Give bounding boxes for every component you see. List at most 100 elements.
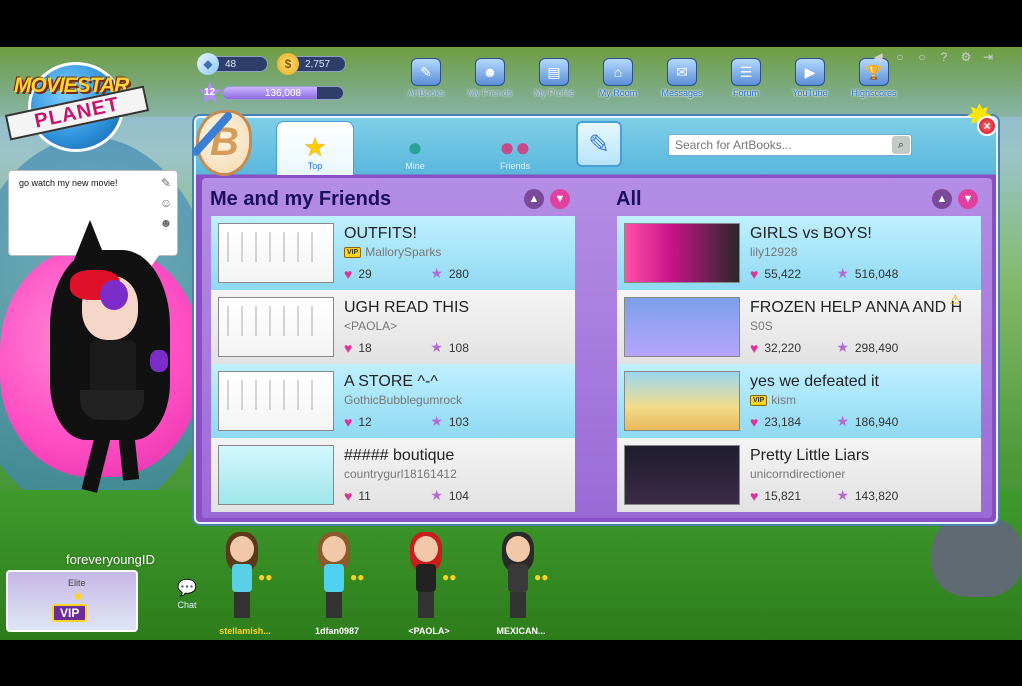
artbook-thumbnail[interactable]	[218, 445, 334, 505]
scroll-down-button[interactable]: ▼	[550, 189, 570, 209]
nav-item-messages[interactable]: ✉ Messages	[654, 58, 710, 98]
scroll-up-button[interactable]: ▲	[932, 189, 952, 209]
artbook-row[interactable]: ##### boutique countrygurl18161412 ♥ 11 ★ 104	[211, 438, 575, 512]
nearby-player-avatar[interactable]: ●● stellamish...	[210, 528, 302, 640]
artbook-title: UGH READ THIS	[344, 299, 470, 316]
nearby-players: ●● stellamish... ●● 1dfan0987 ●● <PAOLA> ●● MEX…	[210, 528, 578, 640]
author-name[interactable]: kism	[771, 393, 796, 407]
artbook-thumbnail[interactable]	[624, 223, 740, 283]
star-icon[interactable]: ★	[430, 413, 443, 430]
nav-item-artbooks[interactable]: ✎ ArtBooks	[398, 58, 454, 98]
tab-top[interactable]: ★ Top	[276, 121, 354, 175]
star-icon[interactable]: ★	[836, 413, 849, 430]
coin-icon: $	[277, 53, 299, 75]
author-name[interactable]: countrygurl18161412	[344, 467, 457, 481]
star-icon[interactable]: ★	[430, 265, 443, 282]
close-button[interactable]: ×	[977, 116, 997, 136]
artbook-thumbnail[interactable]	[218, 223, 334, 283]
artbook-row[interactable]: Pretty Little Liars unicorndirectioner ♥ 15…	[617, 438, 981, 512]
likes-count: 23,184	[764, 414, 802, 429]
heart-icon[interactable]: ♥	[344, 266, 352, 282]
scroll-down-button[interactable]: ▼	[958, 189, 978, 209]
player-name: <PAOLA>	[408, 626, 450, 636]
tab-mine[interactable]: ● Mine	[376, 121, 454, 175]
likes-count: 29	[358, 266, 372, 281]
artbook-row[interactable]: UGH READ THIS <PAOLA> ♥ 18 ★ 108	[211, 290, 575, 364]
author-name[interactable]: <PAOLA>	[344, 319, 397, 333]
sound-icon[interactable]: ◀	[870, 50, 886, 64]
author-name[interactable]: unicorndirectioner	[750, 467, 845, 481]
heart-icon[interactable]: ♥	[750, 266, 758, 282]
help-icon[interactable]: ?	[936, 50, 952, 64]
speech-icon[interactable]: ●●	[442, 570, 457, 584]
starcoins-counter[interactable]: $ 2,757	[277, 53, 346, 75]
nav-item-my-profile[interactable]: ▤ My Profile	[526, 58, 582, 98]
artbook-row[interactable]: yes we defeated it VIP kism ♥ 23,184 ★ 186,940	[617, 364, 981, 438]
player-name: 1dfan0987	[314, 626, 360, 636]
nearby-player-avatar[interactable]: ●● MEXICAN...	[486, 528, 578, 640]
fame-value: 136,008	[264, 87, 302, 99]
avatar-head	[230, 536, 254, 562]
artbooks-tabs: ★ Top ● Mine ●● Friends ✎	[276, 121, 622, 175]
heart-icon[interactable]: ♥	[750, 488, 758, 504]
speech-icon[interactable]: ●●	[258, 570, 273, 584]
heart-icon[interactable]: ♥	[344, 488, 352, 504]
nearby-player-avatar[interactable]: ●● <PAOLA>	[394, 528, 486, 640]
diamonds-counter[interactable]: ◆ 48	[197, 53, 268, 75]
author-name[interactable]: MallorySparks	[365, 245, 441, 259]
artbook-author: VIP MallorySparks	[344, 245, 441, 259]
artbook-thumbnail[interactable]	[218, 371, 334, 431]
scroll-up-button[interactable]: ▲	[524, 189, 544, 209]
artbook-row[interactable]: OUTFITS! VIP MallorySparks ♥ 29 ★ 280	[211, 216, 575, 290]
avatar-body	[232, 564, 252, 592]
speech-icon[interactable]: ●●	[534, 570, 549, 584]
artbook-thumbnail[interactable]	[624, 297, 740, 357]
heart-icon[interactable]: ♥	[750, 414, 758, 430]
search-icon[interactable]: ⌕	[892, 136, 910, 154]
artbook-author: VIP kism	[750, 393, 796, 407]
artbook-thumbnail[interactable]	[624, 445, 740, 505]
logout-icon[interactable]: ⇥	[980, 50, 996, 64]
player-avatar[interactable]	[40, 210, 180, 500]
artbook-row[interactable]: FROZEN HELP ANNA AND H ⚠ S0S ♥ 32,220 ★ 298,49…	[617, 290, 981, 364]
star-icon[interactable]: ★	[430, 487, 443, 504]
create-artbook-button[interactable]: ✎	[576, 121, 622, 167]
author-name[interactable]: S0S	[750, 319, 773, 333]
zoom-icon[interactable]: ○	[914, 50, 930, 64]
tab-friends[interactable]: ●● Friends	[476, 121, 554, 175]
nav-item-forum[interactable]: ☰ Forum	[718, 58, 774, 98]
heart-icon[interactable]: ♥	[344, 414, 352, 430]
star-icon[interactable]: ★	[430, 339, 443, 356]
artbooks-search-input[interactable]	[668, 134, 912, 156]
nav-label: Forum	[732, 88, 759, 98]
nav-item-my-room[interactable]: ⌂ My Room	[590, 58, 646, 98]
heart-icon[interactable]: ♥	[344, 340, 352, 356]
star-icon[interactable]: ★	[836, 265, 849, 282]
heart-icon[interactable]: ♥	[750, 340, 758, 356]
author-name[interactable]: lily12928	[750, 245, 797, 259]
settings-gear-icon[interactable]: ⚙	[958, 50, 974, 64]
artbook-row[interactable]: A STORE ^-^ GothicBubblegumrock ♥ 12 ★ 103	[211, 364, 575, 438]
nav-item-highscores[interactable]: 🏆 Highscores	[846, 58, 902, 98]
messages-icon: ✉	[667, 58, 697, 86]
avatar-body	[508, 564, 528, 592]
autograph-icon[interactable]: ✎	[158, 176, 174, 190]
nav-item-my-friends[interactable]: ☻ My Friends	[462, 58, 518, 98]
nav-item-youtube[interactable]: ▶ YouTube	[782, 58, 838, 98]
avatar-skirt	[80, 390, 144, 420]
chat-button[interactable]: 💬 Chat	[172, 578, 202, 610]
all-scroll-arrows: ▲ ▼	[932, 189, 978, 209]
all-artbook-list: GIRLS vs BOYS! lily12928 ♥ 55,422 ★ 516,048 FR…	[617, 216, 981, 512]
player-card[interactable]: Elite ★ VIP	[6, 570, 138, 632]
youtube-icon: ▶	[795, 58, 825, 86]
fullscreen-icon[interactable]: ○	[892, 50, 908, 64]
nearby-player-avatar[interactable]: ●● 1dfan0987	[302, 528, 394, 640]
star-icon[interactable]: ★	[836, 487, 849, 504]
star-icon[interactable]: ★	[836, 339, 849, 356]
artbook-thumbnail[interactable]	[218, 297, 334, 357]
face-icon[interactable]: ☺	[158, 196, 174, 210]
artbook-thumbnail[interactable]	[624, 371, 740, 431]
speech-icon[interactable]: ●●	[350, 570, 365, 584]
artbook-row[interactable]: GIRLS vs BOYS! lily12928 ♥ 55,422 ★ 516,048	[617, 216, 981, 290]
author-name[interactable]: GothicBubblegumrock	[344, 393, 462, 407]
